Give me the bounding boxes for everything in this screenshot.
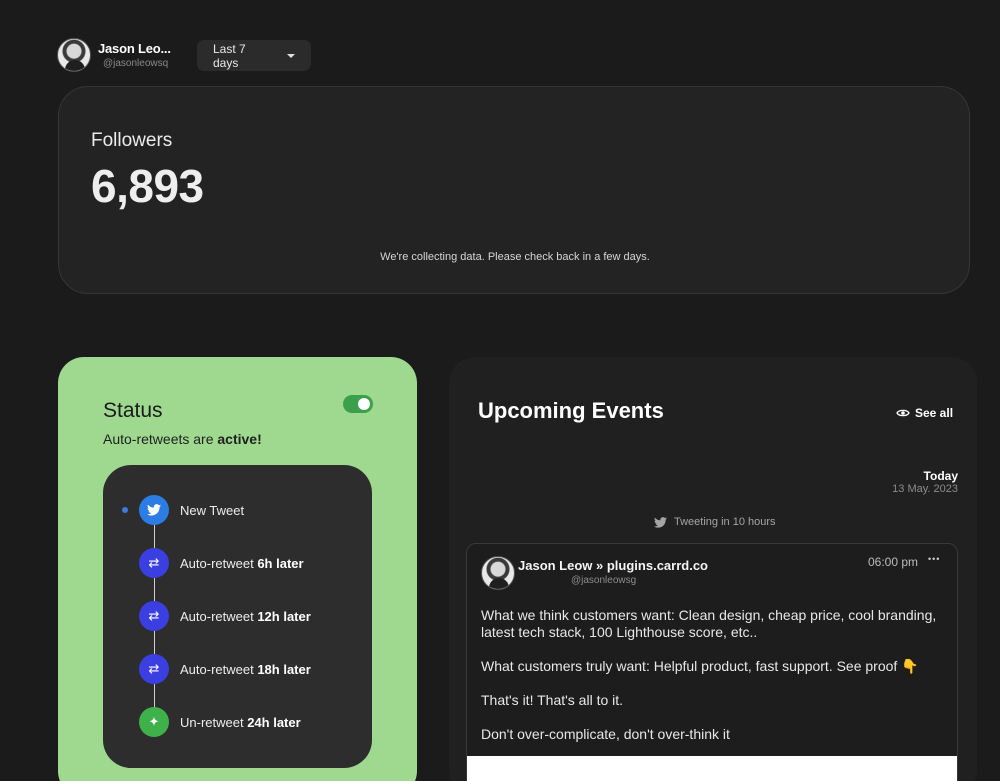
timeline-step-label: Auto-retweet 12h later: [180, 609, 311, 624]
retweet-icon: ⇄: [139, 548, 169, 578]
current-step-indicator: [122, 507, 128, 513]
scheduled-tweet-card[interactable]: Jason Leow » plugins.carrd.co @jasonleow…: [466, 543, 958, 781]
timeline-step-label: Un-retweet 24h later: [180, 715, 301, 730]
tweet-handle: @jasonleowsg: [571, 575, 637, 586]
tweeting-note: Tweeting in 10 hours: [674, 516, 776, 528]
retweet-icon: ⇄: [139, 601, 169, 631]
eye-icon: [896, 409, 910, 417]
day-label: Today: [923, 469, 958, 483]
status-subtitle: Auto-retweets are active!: [103, 431, 262, 447]
user-name: Jason Leo...: [98, 41, 171, 56]
twitter-icon: [139, 495, 169, 525]
timeline-step-label: New Tweet: [180, 503, 245, 518]
tweet-time: 06:00 pm: [868, 555, 919, 569]
more-options-icon[interactable]: •••: [928, 554, 940, 564]
retweet-timeline: New Tweet ⇄ Auto-retweet 6h later ⇄ Auto…: [103, 465, 372, 768]
status-state: active!: [217, 431, 262, 447]
day-date: 13 May. 2023: [892, 483, 958, 495]
tweet-paragraph: Don't over-complicate, don't over-think …: [481, 726, 730, 742]
date-range-dropdown[interactable]: Last 7 days: [197, 40, 311, 71]
followers-label: Followers: [91, 130, 173, 151]
retweet-icon: ⇄: [139, 654, 169, 684]
tweet-author-avatar: [481, 556, 515, 590]
collecting-data-message: We're collecting data. Please check back…: [380, 251, 650, 263]
see-all-label: See all: [915, 406, 954, 420]
tweeting-schedule: Tweeting in 10 hours: [654, 516, 776, 528]
tweet-author: Jason Leow » plugins.carrd.co: [518, 558, 708, 573]
followers-card: Followers 6,893 We're collecting data. P…: [58, 86, 970, 294]
tweet-body: What we think customers want: Clean desi…: [481, 607, 951, 760]
tweet-paragraph: What we think customers want: Clean desi…: [481, 607, 937, 640]
timeline-step-label: Auto-retweet 18h later: [180, 662, 311, 677]
tweet-link-preview[interactable]: [467, 756, 957, 781]
date-range-label: Last 7 days: [213, 41, 246, 70]
tweet-paragraph: What customers truly want: Helpful produ…: [481, 658, 919, 674]
user-avatar[interactable]: [57, 38, 91, 72]
auto-retweet-toggle[interactable]: [343, 395, 373, 413]
status-title: Status: [103, 399, 163, 422]
status-card: Status Auto-retweets are active! New Twe…: [58, 357, 417, 781]
upcoming-events-card: Upcoming Events See all Today 13 May. 20…: [449, 357, 977, 781]
sparkle-icon: ✦: [139, 707, 169, 737]
status-subtitle-prefix: Auto-retweets are: [103, 431, 218, 447]
toggle-knob: [358, 398, 370, 410]
see-all-link[interactable]: See all: [896, 406, 953, 420]
followers-count: 6,893: [91, 160, 204, 212]
user-handle: @jasonleowsq: [103, 58, 169, 69]
timeline-step-label: Auto-retweet 6h later: [180, 556, 304, 571]
twitter-icon: [654, 516, 667, 528]
tweet-paragraph: That's it! That's all to it.: [481, 692, 624, 708]
events-title: Upcoming Events: [478, 398, 664, 423]
chevron-down-icon: [287, 53, 295, 58]
